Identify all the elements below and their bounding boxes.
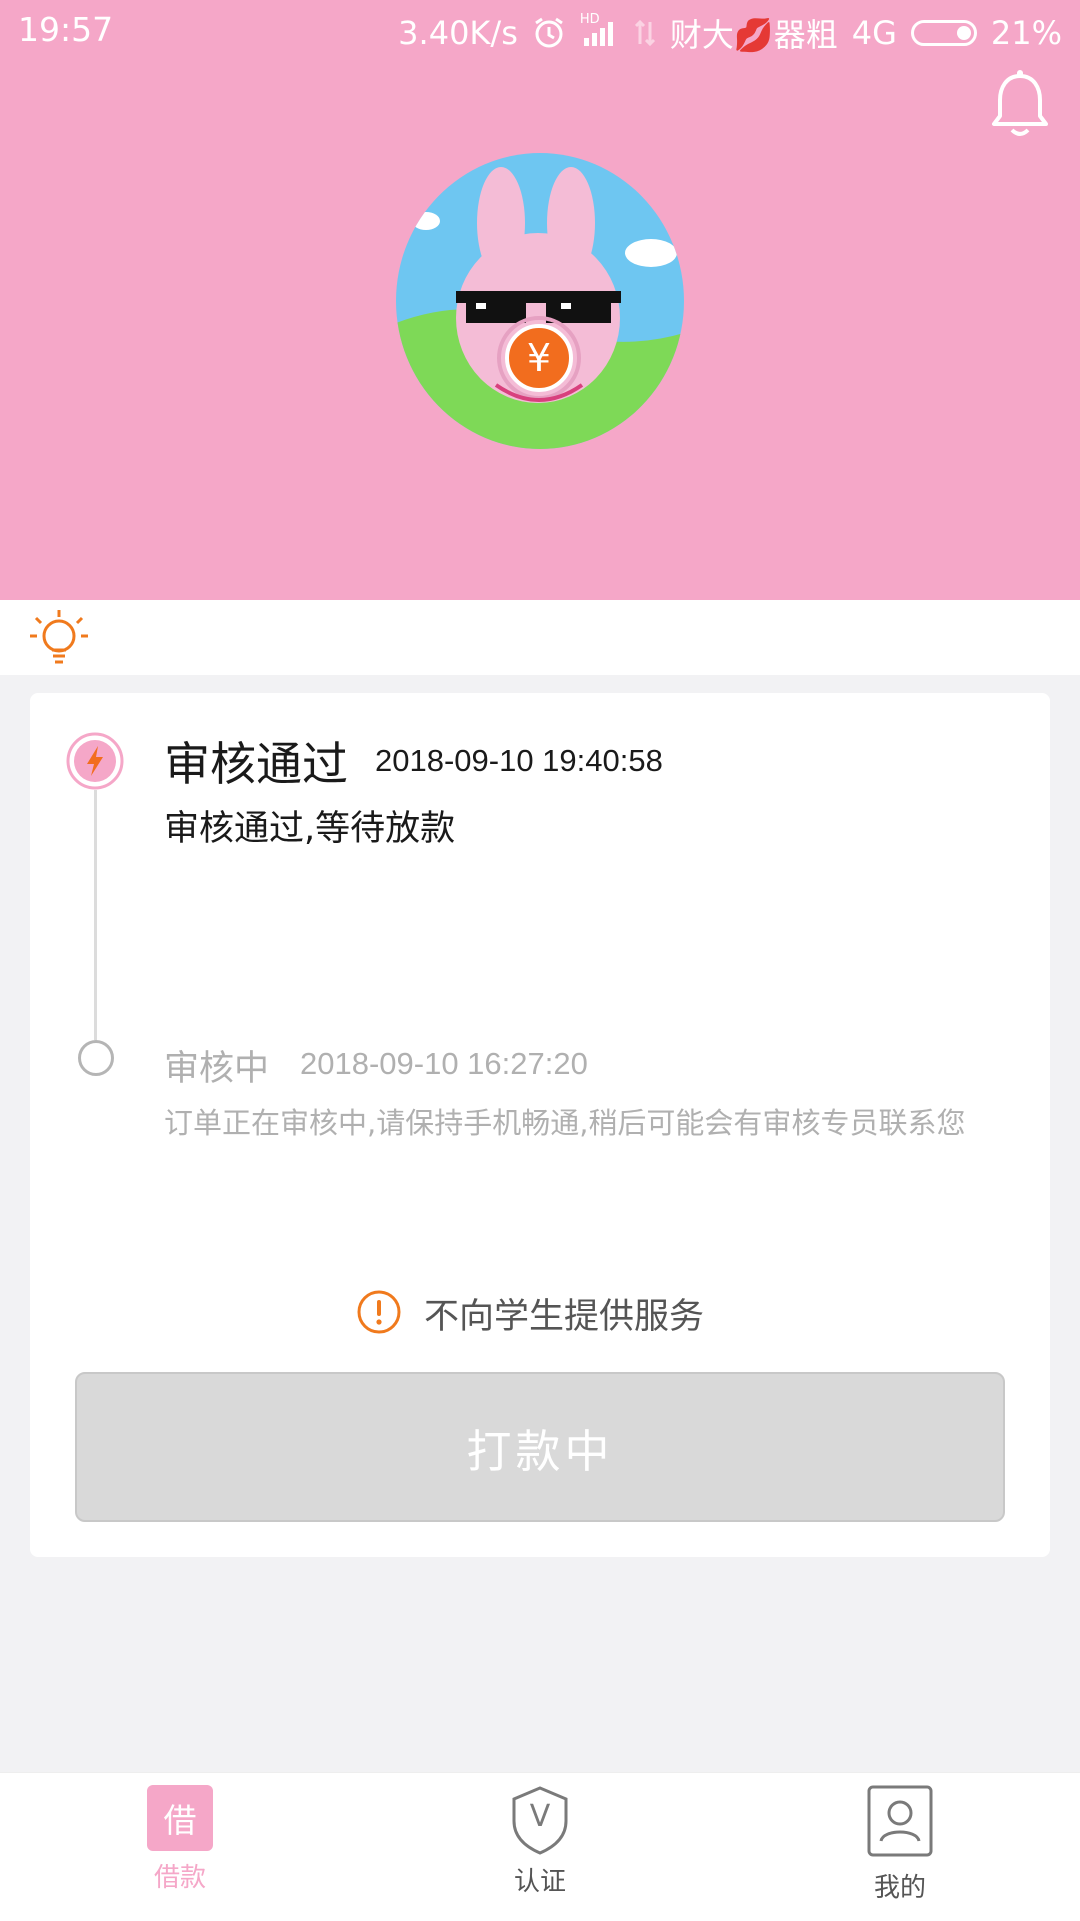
nav-item-verify[interactable]: V 认证 <box>440 1785 640 1898</box>
signal-icon: HD <box>580 12 620 48</box>
alarm-icon <box>532 16 566 50</box>
shield-icon: V <box>510 1785 570 1855</box>
net-speed: 3.40K/s <box>398 14 518 52</box>
nav-item-mine[interactable]: 我的 <box>800 1785 1000 1904</box>
user-icon <box>867 1785 933 1861</box>
pig-mascot-icon: ¥ <box>396 153 684 449</box>
step-time-reviewing: 2018-09-10 16:27:20 <box>300 1046 588 1081</box>
step-desc-approved: 审核通过,等待放款 <box>164 809 456 849</box>
nav-label-mine: 我的 <box>873 1873 926 1903</box>
loan-icon: 借 <box>147 1785 213 1851</box>
lightbulb-icon[interactable] <box>28 608 90 670</box>
network-type: 4G <box>851 14 897 52</box>
step-title-approved: 审核通过 <box>164 737 348 791</box>
avatar[interactable]: ¥ <box>396 153 684 449</box>
timeline-node-pending <box>78 1040 114 1076</box>
status-icons: 3.40K/s HD 财大💋器粗 4G 21% <box>398 10 1062 56</box>
notice-text: 不向学生提供服务 <box>424 1297 705 1337</box>
status-bar: 19:57 3.40K/s HD 财大💋器粗 4G 21% <box>0 0 1080 62</box>
exclamation-circle-icon <box>356 1289 402 1339</box>
nav-label-verify: 认证 <box>513 1867 566 1897</box>
nav-item-loan[interactable]: 借 借款 <box>80 1785 280 1894</box>
step-time-approved: 2018-09-10 19:40:58 <box>375 743 663 778</box>
tip-bar[interactable] <box>0 600 1080 675</box>
hd-label: HD <box>579 12 600 27</box>
data-transfer-icon <box>634 18 656 48</box>
battery-level: 21% <box>990 14 1062 52</box>
bell-icon[interactable] <box>990 70 1050 140</box>
battery-icon <box>910 20 977 46</box>
verify-letter: V <box>529 1799 551 1834</box>
step-title-reviewing: 审核中 <box>164 1049 270 1089</box>
carrier-name: 财大💋器粗 <box>669 16 838 54</box>
lightning-icon <box>66 732 124 790</box>
student-notice: 不向学生提供服务 <box>356 1288 704 1339</box>
yuan-symbol: ¥ <box>527 336 551 380</box>
status-time: 19:57 <box>18 10 114 49</box>
timeline-connector <box>94 790 97 1040</box>
nav-label-loan: 借款 <box>153 1863 206 1893</box>
disbursing-button[interactable]: 打款中 <box>75 1372 1005 1522</box>
step-desc-reviewing: 订单正在审核中,请保持手机畅通,稍后可能会有审核专员联系您 <box>164 1106 966 1140</box>
